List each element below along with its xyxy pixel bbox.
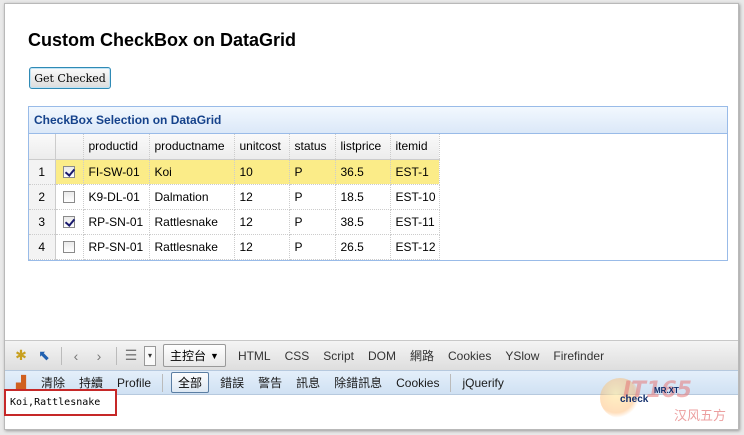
row-checkbox-unchecked[interactable] — [63, 241, 75, 254]
row-checkbox-checked[interactable] — [63, 166, 75, 179]
table-row[interactable]: 3 RP-SN-01 Rattlesnake 12 P 38.5 EST-11 — [29, 209, 440, 235]
filter-debug-button[interactable]: 除錯訊息 — [334, 374, 382, 391]
table-row[interactable]: 1 FI-SW-01 Koi 10 P 36.5 EST-1 — [29, 159, 440, 185]
row-number: 2 — [29, 184, 56, 210]
filter-errors-button[interactable]: 錯誤 — [220, 374, 244, 391]
tab-console-label: 主控台 — [170, 349, 207, 363]
tab-html[interactable]: HTML — [238, 349, 271, 363]
cell-itemid: EST-10 — [390, 184, 440, 210]
separator — [116, 346, 117, 365]
column-header-itemid[interactable]: itemid — [390, 134, 440, 160]
datagrid-title: CheckBox Selection on DataGrid — [29, 107, 727, 134]
tab-console[interactable]: 主控台 ▼ — [163, 344, 226, 367]
cell-unitcost: 12 — [234, 184, 290, 210]
tab-firefinder[interactable]: Firefinder — [553, 349, 604, 363]
row-number: 1 — [29, 159, 56, 185]
console-output-line: Koi,Rattlesnake — [4, 389, 117, 416]
inspect-icon[interactable]: ⬉ — [34, 346, 54, 366]
column-header-productname[interactable]: productname — [149, 134, 235, 160]
rownumber-header — [29, 134, 56, 160]
cell-unitcost: 12 — [234, 234, 290, 260]
watermark-cn: 汉风五方 — [673, 409, 726, 424]
profile-button[interactable]: Profile — [117, 376, 151, 390]
cell-listprice: 18.5 — [335, 184, 391, 210]
cell-listprice: 38.5 — [335, 209, 391, 235]
tab-net[interactable]: 網路 — [410, 347, 434, 364]
cell-listprice: 26.5 — [335, 234, 391, 260]
column-header-listprice[interactable]: listprice — [335, 134, 391, 160]
datagrid-header-row: productid productname unitcost status li… — [29, 134, 440, 160]
row-checkbox-cell[interactable] — [55, 209, 84, 235]
row-checkbox-checked[interactable] — [63, 216, 75, 229]
cell-itemid: EST-1 — [390, 159, 440, 185]
row-checkbox-cell[interactable] — [55, 234, 84, 260]
cell-productid: FI-SW-01 — [83, 159, 150, 185]
cell-unitcost: 12 — [234, 209, 290, 235]
cell-productid: K9-DL-01 — [83, 184, 150, 210]
cell-status: P — [289, 209, 336, 235]
separator — [450, 373, 452, 392]
cell-itemid: EST-12 — [390, 234, 440, 260]
table-row[interactable]: 4 RP-SN-01 Rattlesnake 12 P 26.5 EST-12 — [29, 234, 440, 260]
filter-info-button[interactable]: 訊息 — [296, 374, 320, 391]
forward-arrow-icon[interactable]: › — [89, 346, 109, 366]
menu-lines-icon[interactable]: ☰ — [121, 346, 141, 366]
get-checked-button[interactable]: Get Checked — [29, 67, 111, 89]
filter-all-button[interactable]: 全部 — [171, 372, 210, 393]
column-header-productid[interactable]: productid — [83, 134, 150, 160]
tab-cookies[interactable]: Cookies — [448, 349, 491, 363]
tab-yslow[interactable]: YSlow — [505, 349, 539, 363]
cell-productname: Rattlesnake — [149, 234, 235, 260]
cell-status: P — [289, 159, 336, 185]
tab-dom[interactable]: DOM — [368, 349, 396, 363]
cell-status: P — [289, 184, 336, 210]
tab-css[interactable]: CSS — [285, 349, 310, 363]
watermark: IT165 MR.XT check 汉风五方 — [600, 376, 730, 426]
column-header-status[interactable]: status — [289, 134, 336, 160]
cell-status: P — [289, 234, 336, 260]
firebug-bug-icon[interactable]: ✱ — [11, 346, 31, 366]
cell-productname: Koi — [149, 159, 235, 185]
filter-cookies-button[interactable]: Cookies — [396, 376, 439, 390]
tab-script[interactable]: Script — [323, 349, 354, 363]
row-checkbox-unchecked[interactable] — [63, 191, 75, 204]
datagrid-table: productid productname unitcost status li… — [29, 134, 440, 260]
cell-itemid: EST-11 — [390, 209, 440, 235]
firebug-toolbar: ✱ ⬉ ‹ › ☰ ▾ 主控台 ▼ HTML CSS Script DOM 網路… — [5, 340, 738, 370]
filter-warnings-button[interactable]: 警告 — [258, 374, 282, 391]
datagrid-panel: CheckBox Selection on DataGrid productid… — [28, 106, 728, 261]
jquerify-button[interactable]: jQuerify — [462, 376, 503, 390]
column-header-unitcost[interactable]: unitcost — [234, 134, 290, 160]
watermark-check: check — [620, 394, 649, 405]
cell-productname: Rattlesnake — [149, 209, 235, 235]
separator — [162, 373, 164, 392]
cell-productid: RP-SN-01 — [83, 234, 150, 260]
cell-productid: RP-SN-01 — [83, 209, 150, 235]
browser-page: Custom CheckBox on DataGrid Get Checked … — [4, 3, 739, 430]
page-title: Custom CheckBox on DataGrid — [28, 30, 297, 50]
panel-dropdown-arrow-icon[interactable]: ▾ — [144, 345, 156, 366]
checkbox-header[interactable] — [55, 134, 84, 160]
row-checkbox-cell[interactable] — [55, 184, 84, 210]
cell-unitcost: 10 — [234, 159, 290, 185]
row-checkbox-cell[interactable] — [55, 159, 84, 185]
row-number: 4 — [29, 234, 56, 260]
cell-listprice: 36.5 — [335, 159, 391, 185]
table-row[interactable]: 2 K9-DL-01 Dalmation 12 P 18.5 EST-10 — [29, 184, 440, 210]
watermark-mr: MR.XT — [654, 386, 679, 395]
back-arrow-icon[interactable]: ‹ — [66, 346, 86, 366]
separator — [61, 346, 62, 365]
cell-productname: Dalmation — [149, 184, 235, 210]
chevron-down-icon: ▼ — [210, 350, 219, 361]
row-number: 3 — [29, 209, 56, 235]
